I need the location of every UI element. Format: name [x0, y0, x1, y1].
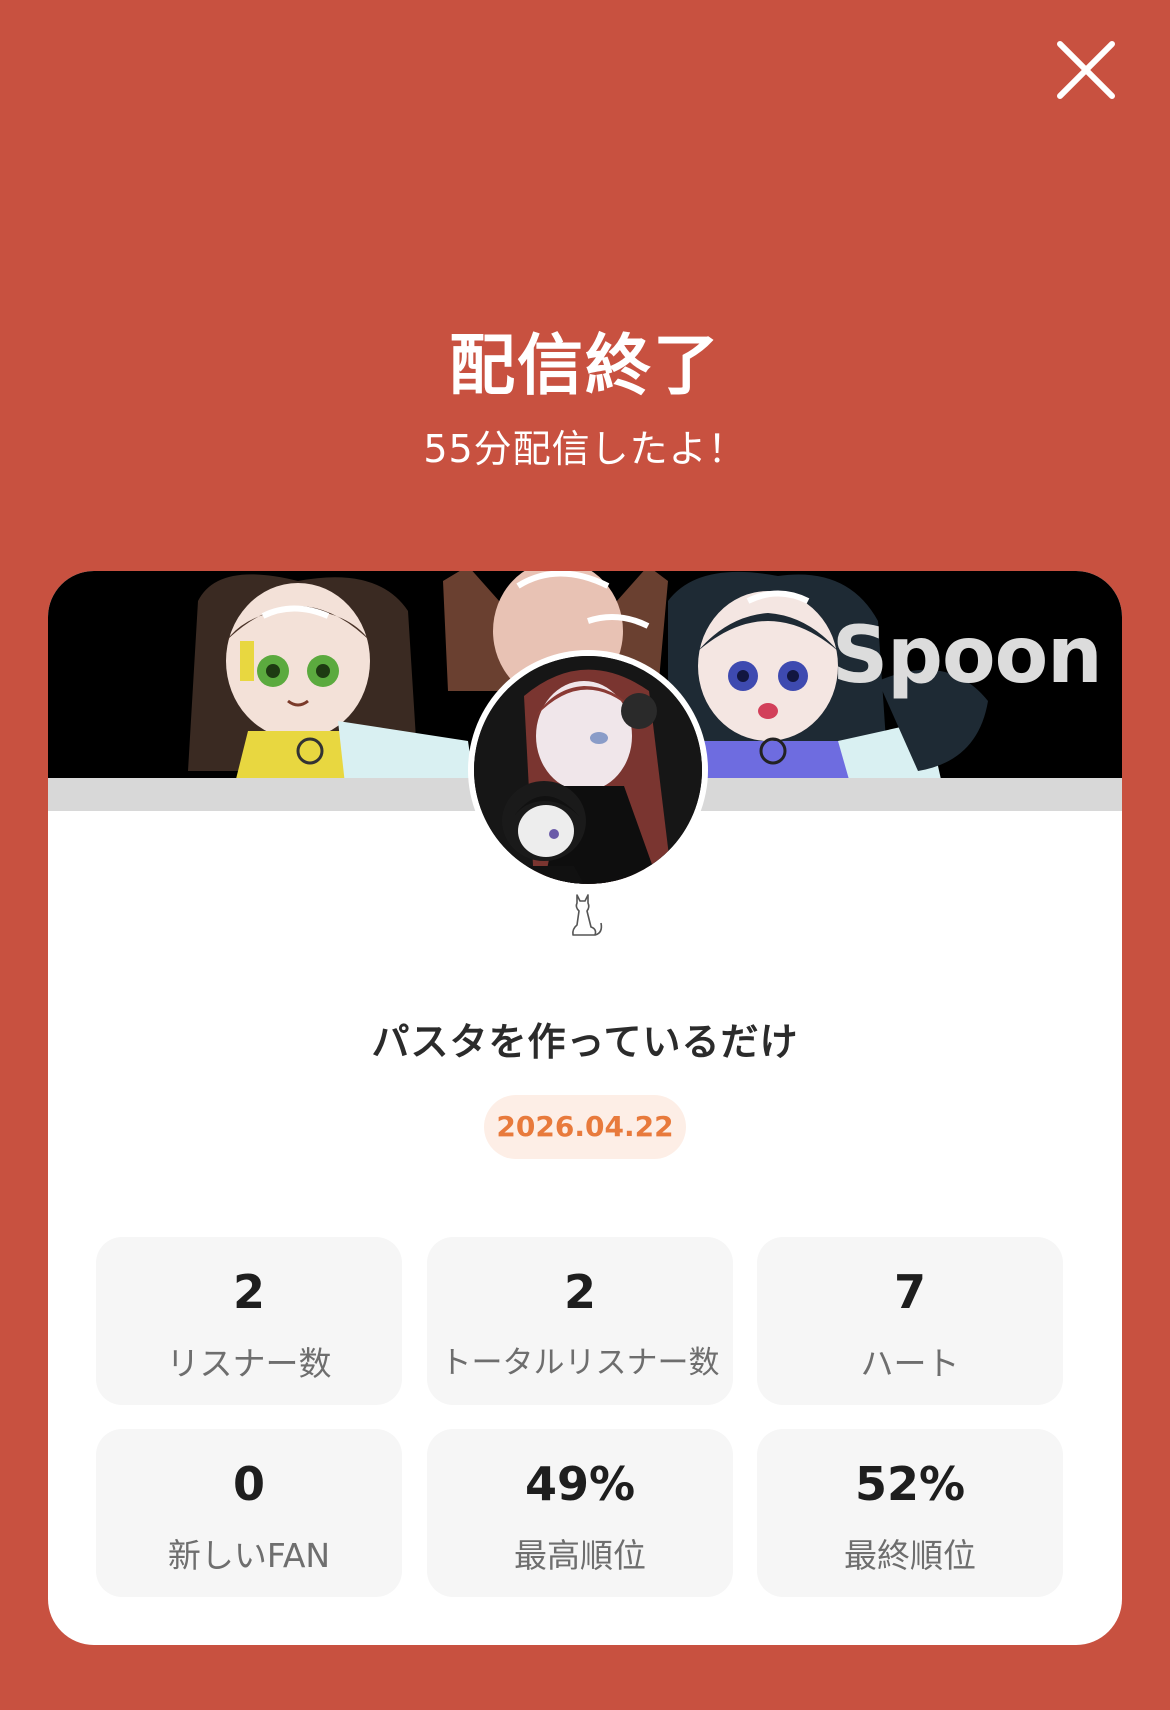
stat-label: リスナー数 [166, 1344, 332, 1383]
stat-hearts: 7 ハート [757, 1237, 1063, 1405]
page-title: 配信終了 [449, 327, 721, 404]
stat-value: 0 [232, 1457, 265, 1511]
avatar[interactable] [468, 650, 708, 890]
broadcast-duration-text: 55分配信したよ！ [423, 427, 747, 471]
stat-listeners: 2 リスナー数 [96, 1237, 402, 1405]
stat-label: 新しいFAN [167, 1536, 331, 1575]
cat-icon [572, 894, 603, 936]
close-icon [1057, 41, 1115, 99]
date-badge: 2026.04.22 [484, 1095, 686, 1159]
stat-new-fans: 0 新しいFAN [96, 1429, 402, 1597]
stat-value: 2 [232, 1265, 265, 1319]
stat-value: 2 [563, 1265, 596, 1319]
stat-value: 7 [893, 1265, 926, 1319]
stat-value: 52% [854, 1457, 966, 1511]
live-ended-screen: 配信終了 55分配信したよ！ Spoon パスタを作っているだけ 2026.04… [0, 0, 1170, 1710]
spoon-logo: Spoon [832, 611, 1103, 701]
stat-final-rank: 52% 最終順位 [757, 1429, 1063, 1597]
stat-highest-rank: 49% 最高順位 [427, 1429, 733, 1597]
close-button[interactable] [1050, 34, 1122, 106]
stat-label: 最終順位 [844, 1536, 976, 1575]
stat-value: 49% [524, 1457, 636, 1511]
stat-label: トータルリスナー数 [440, 1345, 720, 1381]
stat-label: ハート [860, 1344, 960, 1383]
summary-card: Spoon パスタを作っているだけ 2026.04.22 2 リスナー数 2 ト… [48, 571, 1122, 1645]
stat-label: 最高順位 [514, 1536, 646, 1575]
avatar-image [474, 656, 702, 884]
room-title: パスタを作っているだけ [371, 1020, 799, 1064]
stat-total-listeners: 2 トータルリスナー数 [427, 1237, 733, 1405]
